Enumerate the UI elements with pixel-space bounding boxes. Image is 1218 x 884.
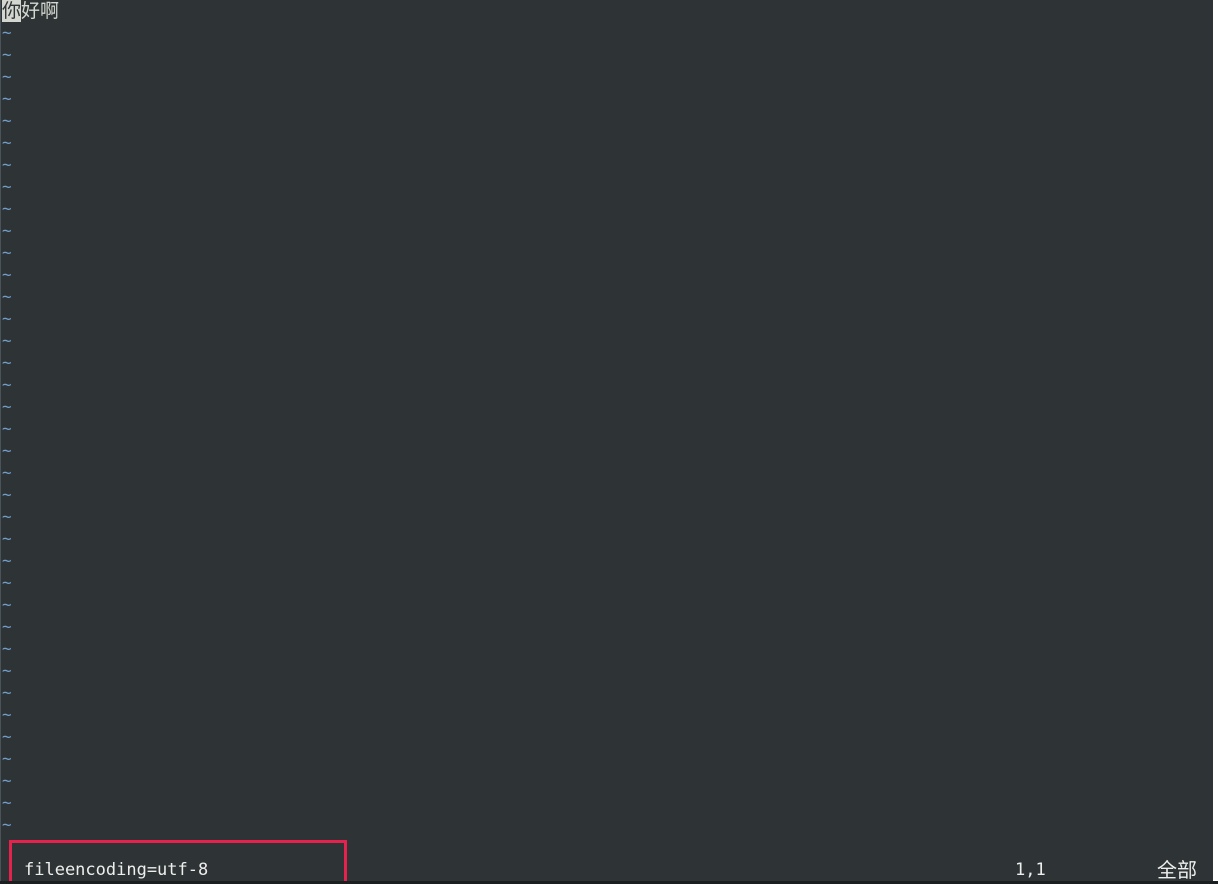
empty-line-tilde: ~ bbox=[2, 309, 12, 328]
empty-line-tilde: ~ bbox=[2, 815, 12, 834]
empty-line-tilde: ~ bbox=[2, 221, 12, 240]
buffer-line-1[interactable]: 你好啊 bbox=[0, 0, 1212, 22]
empty-line-tilde: ~ bbox=[2, 661, 12, 680]
empty-line-tilde: ~ bbox=[2, 573, 12, 592]
empty-line-tilde: ~ bbox=[2, 419, 12, 438]
empty-line-tilde: ~ bbox=[2, 265, 12, 284]
buffer-line-1-text: 好啊 bbox=[21, 0, 60, 22]
scroll-position-indicator: 全部 bbox=[1157, 858, 1197, 882]
empty-line-tilde: ~ bbox=[2, 133, 12, 152]
empty-line-tilde: ~ bbox=[2, 199, 12, 218]
empty-line-tilde: ~ bbox=[2, 45, 12, 64]
empty-line-tilde: ~ bbox=[2, 89, 12, 108]
empty-line-tilde: ~ bbox=[2, 353, 12, 372]
cursor-position-ruler: 1,1 bbox=[1015, 860, 1046, 880]
annotation-highlight-box bbox=[9, 840, 347, 884]
empty-line-tilde: ~ bbox=[2, 111, 12, 130]
empty-line-tilde: ~ bbox=[2, 771, 12, 790]
empty-line-tilde: ~ bbox=[2, 529, 12, 548]
empty-line-tilde: ~ bbox=[2, 595, 12, 614]
empty-line-tilde: ~ bbox=[2, 177, 12, 196]
empty-line-tilde: ~ bbox=[2, 287, 12, 306]
empty-line-tilde: ~ bbox=[2, 155, 12, 174]
empty-line-tilde: ~ bbox=[2, 397, 12, 416]
empty-line-tilde: ~ bbox=[2, 243, 12, 262]
empty-line-tilde: ~ bbox=[2, 507, 12, 526]
empty-line-markers: ~ ~ ~ ~ ~ ~ ~ ~ ~ ~ ~ ~ ~ ~ ~ ~ ~ ~ ~ ~ ~ ~ ~ ~ ~ ~ ~ ~ ~ ~ ~ ~ ~ ~ ~ ~ ~ bbox=[0, 22, 1212, 836]
empty-line-tilde: ~ bbox=[2, 639, 12, 658]
empty-line-tilde: ~ bbox=[2, 683, 12, 702]
empty-line-tilde: ~ bbox=[2, 705, 12, 724]
empty-line-tilde: ~ bbox=[2, 441, 12, 460]
empty-line-tilde: ~ bbox=[2, 551, 12, 570]
empty-line-tilde: ~ bbox=[2, 793, 12, 812]
editor-buffer[interactable]: 你好啊 ~ ~ ~ ~ ~ ~ ~ ~ ~ ~ ~ ~ ~ ~ ~ ~ ~ ~ ~ ~ ~ ~ ~ ~ ~ ~ ~ ~ ~ ~ ~ ~ ~ ~ ~ ~… bbox=[0, 0, 1212, 858]
empty-line-tilde: ~ bbox=[2, 67, 12, 86]
vim-terminal-window[interactable]: 你好啊 ~ ~ ~ ~ ~ ~ ~ ~ ~ ~ ~ ~ ~ ~ ~ ~ ~ ~ ~ ~ ~ ~ ~ ~ ~ ~ ~ ~ ~ ~ ~ ~ ~ ~ ~ ~… bbox=[0, 0, 1218, 884]
empty-line-tilde: ~ bbox=[2, 617, 12, 636]
text-cursor: 你 bbox=[2, 0, 22, 22]
empty-line-tilde: ~ bbox=[2, 727, 12, 746]
empty-line-tilde: ~ bbox=[2, 375, 12, 394]
empty-line-tilde: ~ bbox=[2, 749, 12, 768]
empty-line-tilde: ~ bbox=[2, 23, 12, 42]
empty-line-tilde: ~ bbox=[2, 485, 12, 504]
empty-line-tilde: ~ bbox=[2, 331, 12, 350]
empty-line-tilde: ~ bbox=[2, 463, 12, 482]
window-right-border bbox=[1213, 0, 1218, 884]
